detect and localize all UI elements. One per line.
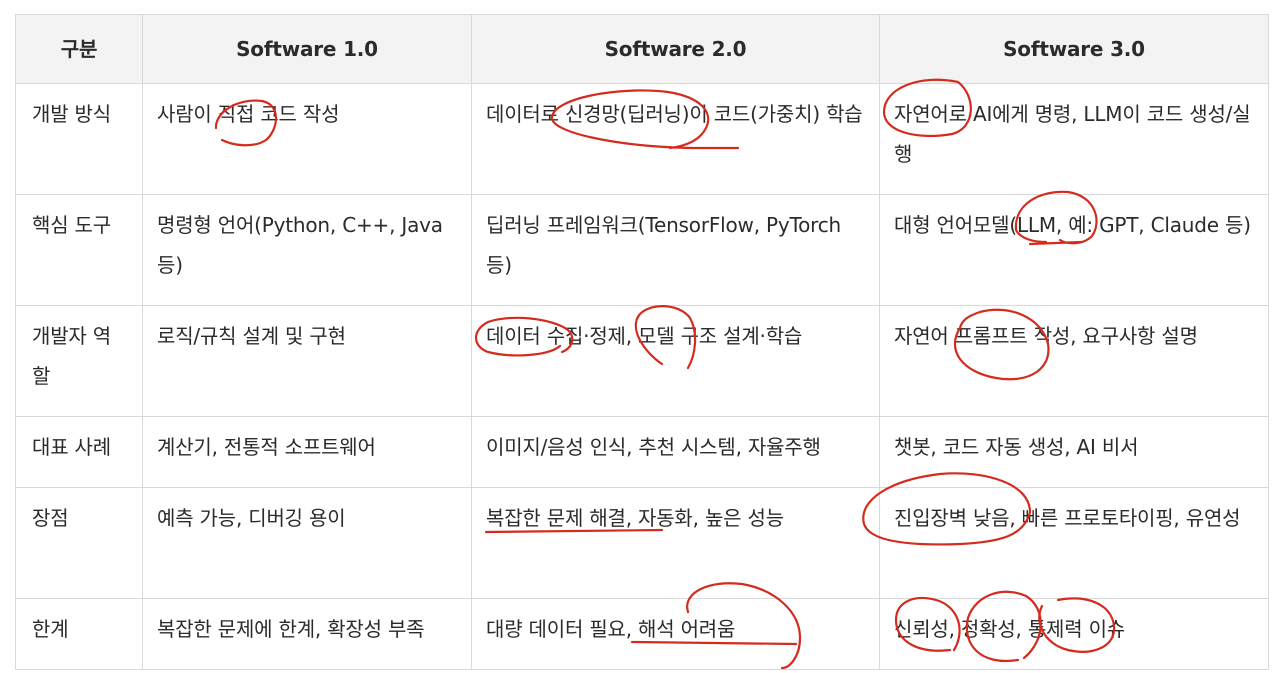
header-software-2: Software 2.0: [471, 14, 880, 84]
cell-software-1: 사람이 직접 코드 작성: [142, 83, 472, 195]
cell-software-1: 복잡한 문제에 한계, 확장성 부족: [142, 598, 472, 670]
header-software-1: Software 1.0: [142, 14, 472, 84]
cell-software-1: 예측 가능, 디버깅 용이: [142, 487, 472, 599]
cell-software-3: 신뢰성, 정확성, 통제력 이슈: [879, 598, 1269, 670]
cell-software-3: 진입장벽 낮음, 빠른 프로토타이핑, 유연성: [879, 487, 1269, 599]
header-category: 구분: [15, 14, 143, 84]
row-label: 대표 사례: [15, 416, 143, 488]
table-row: 개발자 역할 로직/규칙 설계 및 구현 데이터 수집·정제, 모델 구조 설계…: [15, 305, 1269, 417]
table-row: 핵심 도구 명령형 언어(Python, C++, Java 등) 딥러닝 프레…: [15, 194, 1269, 306]
cell-software-1: 명령형 언어(Python, C++, Java 등): [142, 194, 472, 306]
cell-software-2: 이미지/음성 인식, 추천 시스템, 자율주행: [471, 416, 880, 488]
cell-software-2: 대량 데이터 필요, 해석 어려움: [471, 598, 880, 670]
row-label: 개발 방식: [15, 83, 143, 195]
software-comparison-table: 구분 Software 1.0 Software 2.0 Software 3.…: [15, 14, 1269, 670]
cell-software-1: 계산기, 전통적 소프트웨어: [142, 416, 472, 488]
cell-software-3: 자연어로 AI에게 명령, LLM이 코드 생성/실행: [879, 83, 1269, 195]
cell-software-2: 딥러닝 프레임워크(TensorFlow, PyTorch 등): [471, 194, 880, 306]
cell-software-1: 로직/규칙 설계 및 구현: [142, 305, 472, 417]
table-row: 개발 방식 사람이 직접 코드 작성 데이터로 신경망(딥러닝)이 코드(가중치…: [15, 83, 1269, 195]
table-header-row: 구분 Software 1.0 Software 2.0 Software 3.…: [15, 14, 1269, 84]
comparison-table-container: 구분 Software 1.0 Software 2.0 Software 3.…: [15, 14, 1269, 670]
row-label: 한계: [15, 598, 143, 670]
table-row: 대표 사례 계산기, 전통적 소프트웨어 이미지/음성 인식, 추천 시스템, …: [15, 416, 1269, 488]
cell-software-2: 복잡한 문제 해결, 자동화, 높은 성능: [471, 487, 880, 599]
cell-software-2: 데이터로 신경망(딥러닝)이 코드(가중치) 학습: [471, 83, 880, 195]
table-row: 장점 예측 가능, 디버깅 용이 복잡한 문제 해결, 자동화, 높은 성능 진…: [15, 487, 1269, 599]
header-software-3: Software 3.0: [879, 14, 1269, 84]
cell-software-3: 챗봇, 코드 자동 생성, AI 비서: [879, 416, 1269, 488]
cell-software-2: 데이터 수집·정제, 모델 구조 설계·학습: [471, 305, 880, 417]
row-label: 장점: [15, 487, 143, 599]
row-label: 핵심 도구: [15, 194, 143, 306]
cell-software-3: 대형 언어모델(LLM, 예: GPT, Claude 등): [879, 194, 1269, 306]
cell-software-3: 자연어 프롬프트 작성, 요구사항 설명: [879, 305, 1269, 417]
row-label: 개발자 역할: [15, 305, 143, 417]
table-row: 한계 복잡한 문제에 한계, 확장성 부족 대량 데이터 필요, 해석 어려움 …: [15, 598, 1269, 670]
